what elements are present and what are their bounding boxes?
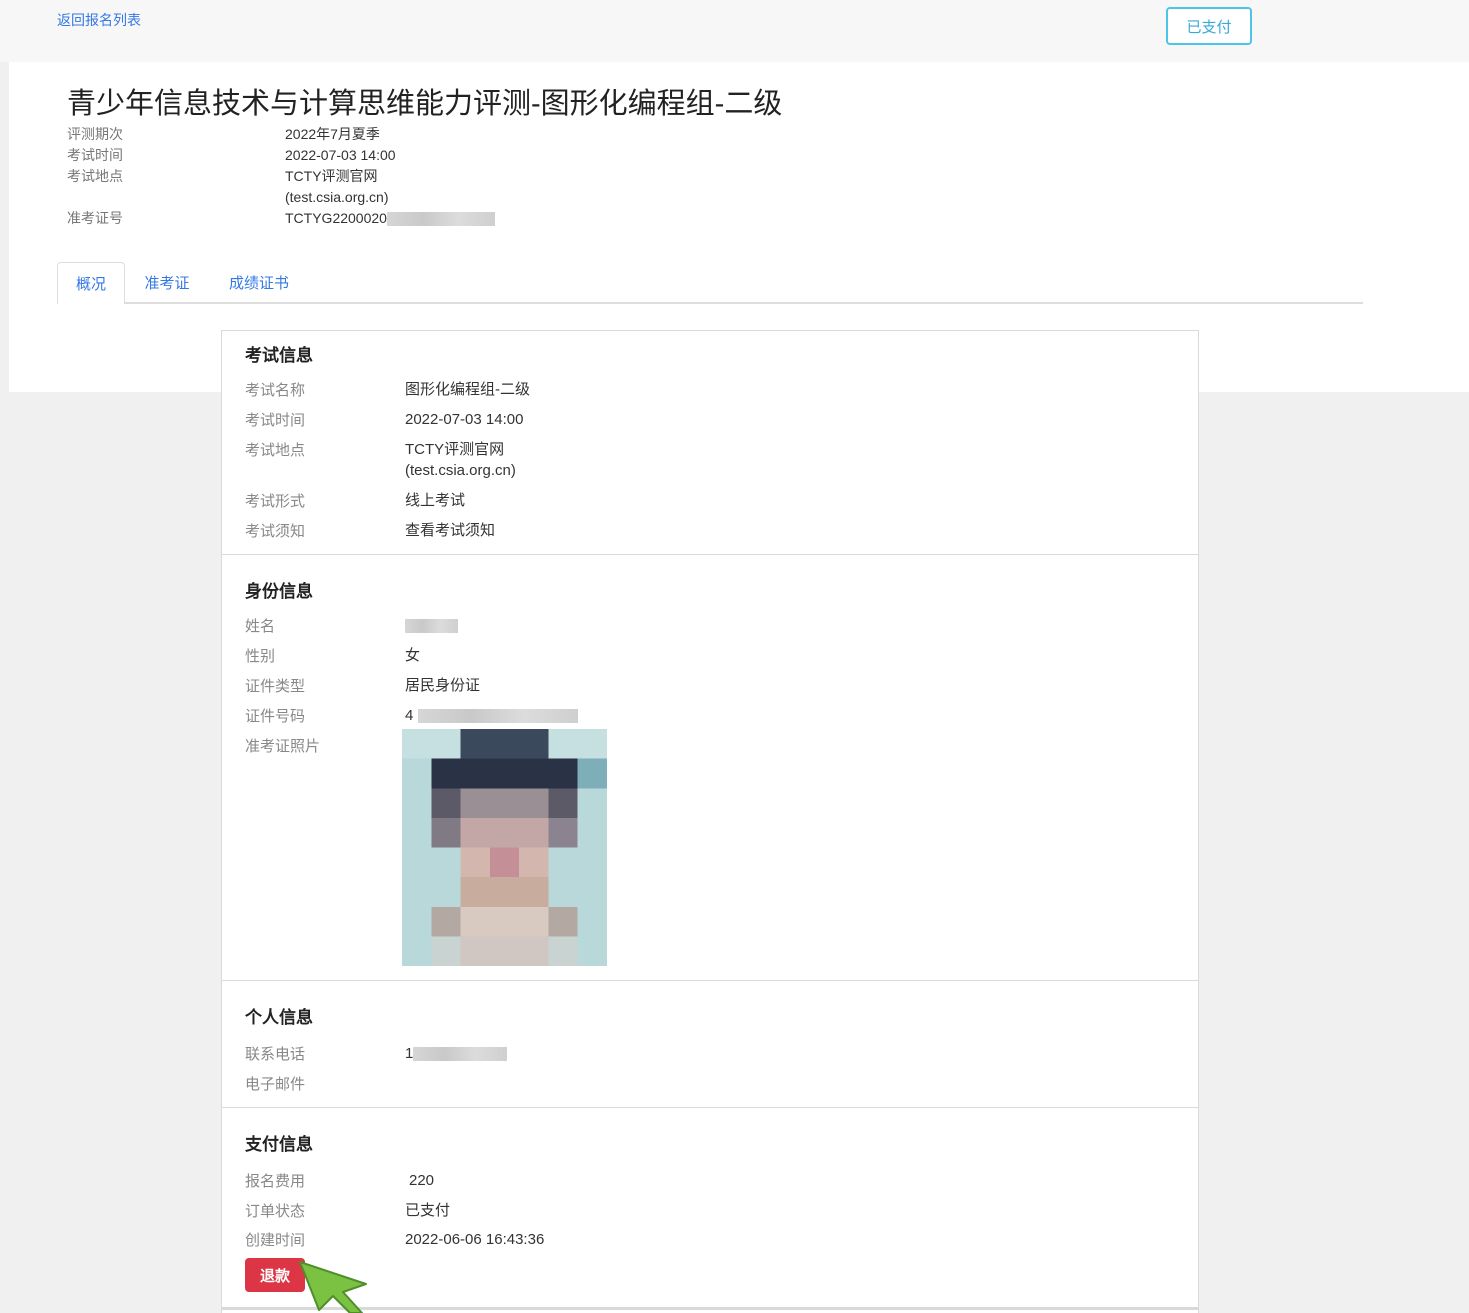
- tab-score-certificate[interactable]: 成绩证书: [219, 262, 299, 302]
- identity-id-number-value: 4: [405, 705, 578, 726]
- redacted-phone: [413, 1047, 508, 1062]
- meta-location-line2: (test.csia.org.cn): [285, 189, 389, 205]
- redacted-ticket-number: [386, 212, 495, 227]
- admission-photo: [402, 729, 607, 966]
- identity-gender-label: 性别: [245, 648, 276, 665]
- identity-id-type-label: 证件类型: [245, 678, 306, 695]
- identity-gender-value: 女: [405, 647, 421, 664]
- id-number-prefix: 4: [405, 707, 414, 724]
- meta-ticket: 准考证号 TCTYG2200020: [67, 208, 495, 229]
- email-label: 电子邮件: [245, 1076, 306, 1093]
- meta-ticket-value: TCTYG2200020: [285, 208, 495, 229]
- exam-title-card: 青少年信息技术与计算思维能力评测-图形化编程组-二级 评测期次 2022年7月夏…: [57, 72, 1363, 236]
- identity-name-value: [405, 615, 458, 636]
- personal-info-panel: 个人信息 联系电话 1 电子邮件: [221, 980, 1199, 1108]
- meta-location: 考试地点 TCTY评测官网 (test.csia.org.cn): [67, 166, 388, 208]
- exam-notice-row: 考试须知 查看考试须知: [245, 520, 495, 541]
- ticket-number-prefix: TCTYG2200020: [285, 210, 387, 226]
- exam-format-value: 线上考试: [405, 492, 466, 509]
- identity-id-type-row: 证件类型 居民身份证: [245, 675, 480, 696]
- redacted-id-number: [417, 709, 578, 724]
- created-time-label: 创建时间: [245, 1232, 306, 1249]
- exam-time-label: 考试时间: [245, 412, 306, 429]
- page-title: 青少年信息技术与计算思维能力评测-图形化编程组-二级: [67, 88, 783, 120]
- meta-batch-label: 评测期次: [67, 126, 123, 142]
- exam-location-line2: (test.csia.org.cn): [405, 462, 516, 479]
- exam-time-row: 考试时间 2022-07-03 14:00: [245, 409, 523, 430]
- exam-location-value: TCTY评测官网 (test.csia.org.cn): [405, 439, 516, 481]
- meta-batch-value: 2022年7月夏季: [285, 126, 380, 142]
- exam-location-line1: TCTY评测官网: [405, 441, 505, 458]
- paid-status-button[interactable]: 已支付: [1166, 7, 1252, 45]
- fee-label: 报名费用: [245, 1173, 306, 1190]
- meta-location-label: 考试地点: [67, 168, 123, 184]
- created-time-value: 2022-06-06 16:43:36: [405, 1231, 545, 1248]
- back-to-list-link[interactable]: 返回报名列表: [57, 10, 141, 30]
- phone-prefix: 1: [405, 1045, 414, 1062]
- meta-time: 考试时间 2022-07-03 14:00: [67, 145, 396, 166]
- meta-location-value: TCTY评测官网 (test.csia.org.cn): [285, 166, 388, 208]
- meta-ticket-label: 准考证号: [67, 210, 123, 226]
- meta-time-label: 考试时间: [67, 147, 123, 163]
- right-strip: [1413, 62, 1469, 392]
- identity-info-heading: 身份信息: [245, 582, 313, 601]
- phone-row: 联系电话 1: [245, 1043, 508, 1064]
- phone-label: 联系电话: [245, 1046, 306, 1063]
- identity-id-number-row: 证件号码 4: [245, 705, 578, 726]
- identity-id-number-label: 证件号码: [245, 708, 306, 725]
- tab-overview[interactable]: 概况: [57, 262, 125, 304]
- personal-info-heading: 个人信息: [245, 1008, 313, 1027]
- fee-value: 220: [409, 1172, 435, 1189]
- identity-name-row: 姓名: [245, 615, 458, 636]
- exam-format-row: 考试形式 线上考试: [245, 490, 465, 511]
- tab-admission-ticket[interactable]: 准考证: [135, 262, 199, 302]
- exam-name-label: 考试名称: [245, 382, 306, 399]
- order-status-value: 已支付: [405, 1202, 451, 1219]
- fee-row: 报名费用 220: [245, 1170, 434, 1191]
- order-status-label: 订单状态: [245, 1203, 306, 1220]
- email-row: 电子邮件: [245, 1073, 405, 1094]
- left-strip: [9, 62, 19, 392]
- identity-photo-label: 准考证照片: [245, 738, 321, 755]
- exam-format-label: 考试形式: [245, 493, 306, 510]
- exam-info-heading: 考试信息: [245, 346, 313, 365]
- exam-notice-label: 考试须知: [245, 523, 306, 540]
- identity-gender-row: 性别 女: [245, 645, 420, 666]
- identity-info-panel: 身份信息 姓名 性别 女 证件类型 居民身份证 证件号码 4 准考证照片: [221, 554, 1199, 981]
- exam-name-row: 考试名称 图形化编程组-二级: [245, 379, 530, 400]
- payment-info-heading: 支付信息: [245, 1135, 313, 1154]
- pointer-cursor-icon: [299, 1261, 367, 1313]
- meta-location-line1: TCTY评测官网: [285, 168, 378, 184]
- exam-location-label: 考试地点: [245, 442, 306, 459]
- exam-time-value: 2022-07-03 14:00: [405, 411, 524, 428]
- order-status-row: 订单状态 已支付: [245, 1200, 450, 1221]
- identity-id-type-value: 居民身份证: [405, 677, 481, 694]
- exam-info-panel: 考试信息 考试名称 图形化编程组-二级 考试时间 2022-07-03 14:0…: [221, 330, 1199, 555]
- phone-value: 1: [405, 1043, 508, 1064]
- exam-name-value: 图形化编程组-二级: [405, 381, 530, 398]
- identity-photo-row: 准考证照片: [245, 735, 405, 756]
- meta-batch: 评测期次 2022年7月夏季: [67, 124, 380, 145]
- meta-time-value: 2022-07-03 14:00: [285, 147, 396, 163]
- tab-bar: 概况 准考证 成绩证书: [57, 262, 1363, 304]
- created-time-row: 创建时间 2022-06-06 16:43:36: [245, 1229, 544, 1250]
- redacted-name: [405, 619, 458, 634]
- identity-name-label: 姓名: [245, 618, 276, 635]
- view-exam-notice-link[interactable]: 查看考试须知: [405, 520, 495, 541]
- exam-location-row: 考试地点 TCTY评测官网 (test.csia.org.cn): [245, 439, 516, 481]
